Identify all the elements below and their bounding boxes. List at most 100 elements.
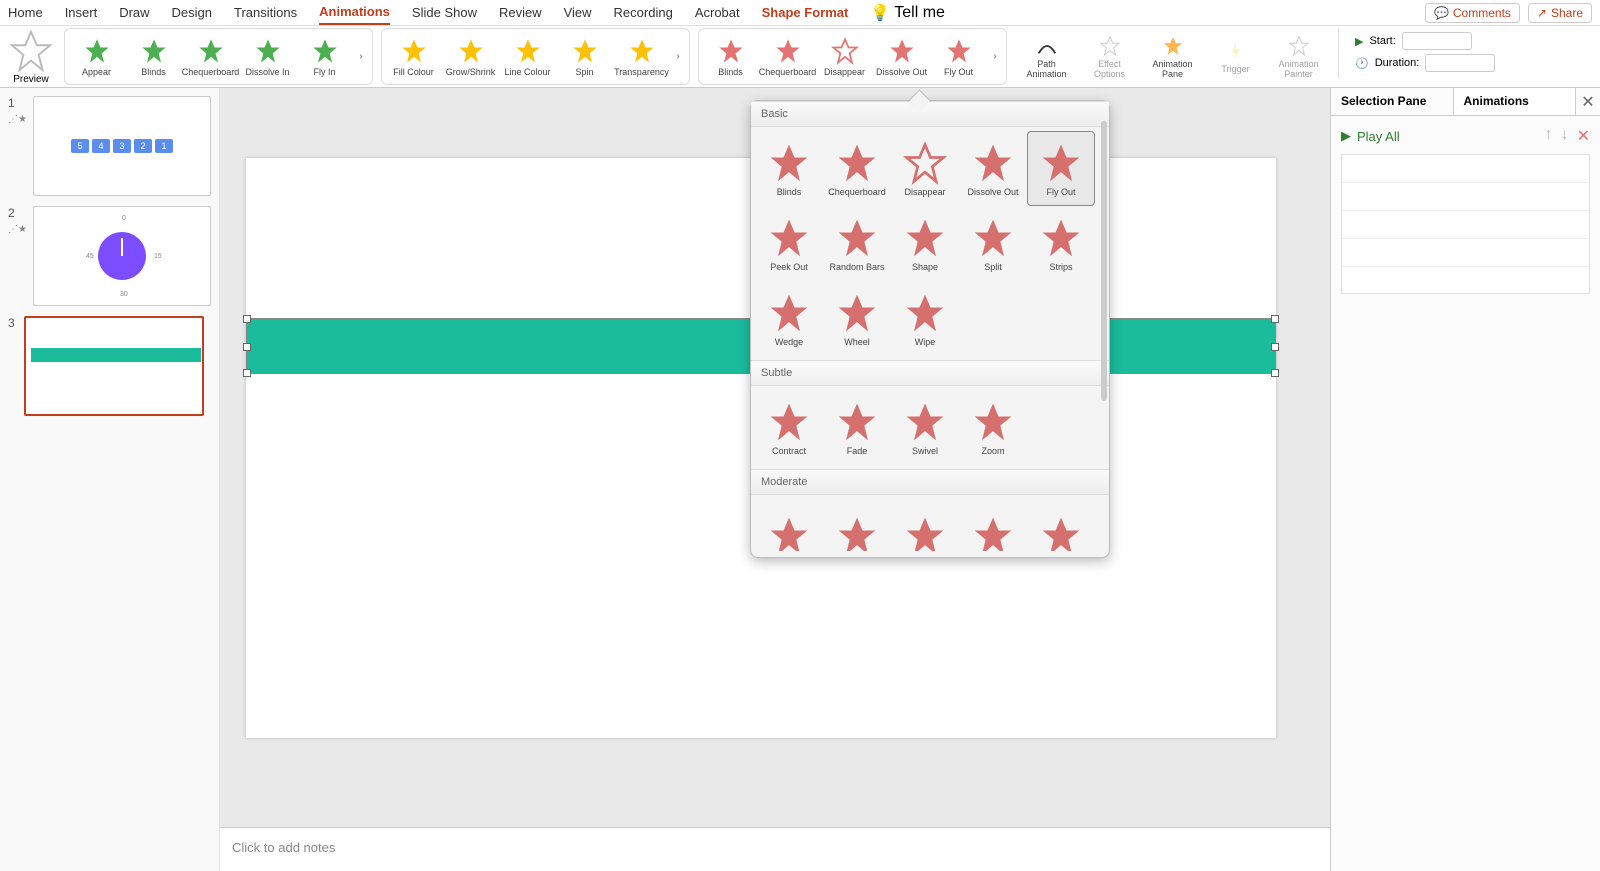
tab-design[interactable]: Design [172,1,212,24]
dd-effect-dissolve-out[interactable]: Dissolve Out [959,131,1027,206]
list-item[interactable] [1342,183,1589,211]
preview-button[interactable]: Preview [6,28,56,85]
thumb-num-1: 1 [8,96,18,110]
effect-dissolve-in[interactable]: Dissolve In [240,29,295,85]
effect-options-button[interactable]: Effect Options [1082,29,1137,85]
dd-effect-blinds[interactable]: Blinds [755,131,823,206]
dd-effect-item[interactable] [1027,499,1095,551]
list-item[interactable] [1342,155,1589,183]
star-icon [767,141,811,185]
tab-animations[interactable]: Animations [319,0,390,25]
tab-shape-format[interactable]: Shape Format [762,1,849,24]
tab-view[interactable]: View [564,1,592,24]
effect-transparency[interactable]: Transparency [614,29,669,85]
effect-chequerboard[interactable]: Chequerboard [183,29,238,85]
dd-effect-item[interactable] [823,499,891,551]
dd-effect-wipe[interactable]: Wipe [891,281,959,356]
duration-input[interactable] [1425,54,1495,72]
animation-list[interactable] [1341,154,1590,294]
dd-effect-disappear[interactable]: Disappear [891,131,959,206]
effect-line-colour[interactable]: Line Colour [500,29,555,85]
dd-header-basic: Basic [751,101,1109,127]
dd-effect-item[interactable] [891,499,959,551]
comments-button[interactable]: 💬 Comments [1425,3,1520,23]
notes-area[interactable]: Click to add notes [220,827,1330,871]
tab-acrobat[interactable]: Acrobat [695,1,740,24]
tab-slideshow[interactable]: Slide Show [412,1,477,24]
star-icon [835,216,879,260]
tab-insert[interactable]: Insert [65,1,98,24]
effect-dissolve-out[interactable]: Dissolve Out [874,29,929,85]
clock-icon: 🕐 [1355,57,1369,70]
trigger-button[interactable]: Trigger [1208,29,1263,85]
tab-transitions[interactable]: Transitions [234,1,297,24]
start-input[interactable] [1402,32,1472,50]
effect-blinds[interactable]: Blinds [126,29,181,85]
dd-effect-wedge[interactable]: Wedge [755,281,823,356]
more-effects-button[interactable]: › [354,51,368,62]
dd-effect-fly-out[interactable]: Fly Out [1027,131,1095,206]
path-icon [1036,35,1058,57]
dd-effect-label: Chequerboard [828,187,886,197]
dd-effect-shape[interactable]: Shape [891,206,959,281]
tell-me[interactable]: 💡 Tell me [870,3,945,23]
entrance-group: AppearBlindsChequerboardDissolve InFly I… [64,28,373,85]
animation-painter-button[interactable]: Animation Painter [1271,29,1326,85]
move-down-icon[interactable]: ↓ [1561,126,1569,146]
dd-effect-item[interactable] [959,499,1027,551]
slide-thumb-2[interactable]: 0 15 30 45 [33,206,211,306]
dd-effect-wheel[interactable]: Wheel [823,281,891,356]
slide-thumb-1[interactable]: 54321 [33,96,211,196]
more-effects-button[interactable]: › [988,51,1002,62]
share-button[interactable]: ↗ Share [1528,3,1592,23]
dd-effect-swivel[interactable]: Swivel [891,390,959,465]
effect-disappear[interactable]: Disappear [817,29,872,85]
star-icon [514,37,542,65]
dd-effect-label: Random Bars [829,262,884,272]
animations-pane-tab[interactable]: Animations [1454,88,1577,116]
effect-fly-in[interactable]: Fly In [297,29,352,85]
dd-effect-item[interactable] [755,499,823,551]
star-icon [971,514,1015,552]
effect-appear[interactable]: Appear [69,29,124,85]
list-item[interactable] [1342,211,1589,239]
dd-effect-chequerboard[interactable]: Chequerboard [823,131,891,206]
dd-effect-fade[interactable]: Fade [823,390,891,465]
dd-effect-label: Contract [772,446,806,456]
dropdown-scrollbar[interactable] [1101,121,1107,401]
dd-effect-split[interactable]: Split [959,206,1027,281]
star-icon [767,400,811,444]
move-up-icon[interactable]: ↑ [1545,126,1553,146]
tab-review[interactable]: Review [499,1,542,24]
dd-effect-peek-out[interactable]: Peek Out [755,206,823,281]
close-pane-button[interactable]: ✕ [1576,88,1600,116]
dd-effect-label: Fade [847,446,868,456]
trigger-label: Trigger [1221,64,1249,74]
effect-fly-out[interactable]: Fly Out [931,29,986,85]
effect-chequerboard[interactable]: Chequerboard [760,29,815,85]
more-effects-button[interactable]: › [671,51,685,62]
selection-pane-tab[interactable]: Selection Pane [1331,88,1454,116]
star-icon [888,37,916,65]
star-icon [197,37,225,65]
effect-spin[interactable]: Spin [557,29,612,85]
animation-pane-button[interactable]: Animation Pane [1145,29,1200,85]
effect-grow/shrink[interactable]: Grow/Shrink [443,29,498,85]
path-animation-button[interactable]: Path Animation [1019,29,1074,85]
comments-label: Comments [1453,6,1511,20]
tell-me-label: Tell me [894,4,945,22]
delete-icon[interactable]: ✕ [1577,126,1590,146]
dd-effect-strips[interactable]: Strips [1027,206,1095,281]
play-all-button[interactable]: ▶ Play All [1341,128,1400,144]
dd-effect-random-bars[interactable]: Random Bars [823,206,891,281]
tab-home[interactable]: Home [8,1,43,24]
dd-effect-zoom[interactable]: Zoom [959,390,1027,465]
tab-draw[interactable]: Draw [119,1,149,24]
effect-fill-colour[interactable]: Fill Colour [386,29,441,85]
list-item[interactable] [1342,239,1589,267]
slide-thumb-3[interactable] [24,316,204,416]
effect-blinds[interactable]: Blinds [703,29,758,85]
dd-effect-contract[interactable]: Contract [755,390,823,465]
star-icon [400,37,428,65]
tab-recording[interactable]: Recording [614,1,673,24]
